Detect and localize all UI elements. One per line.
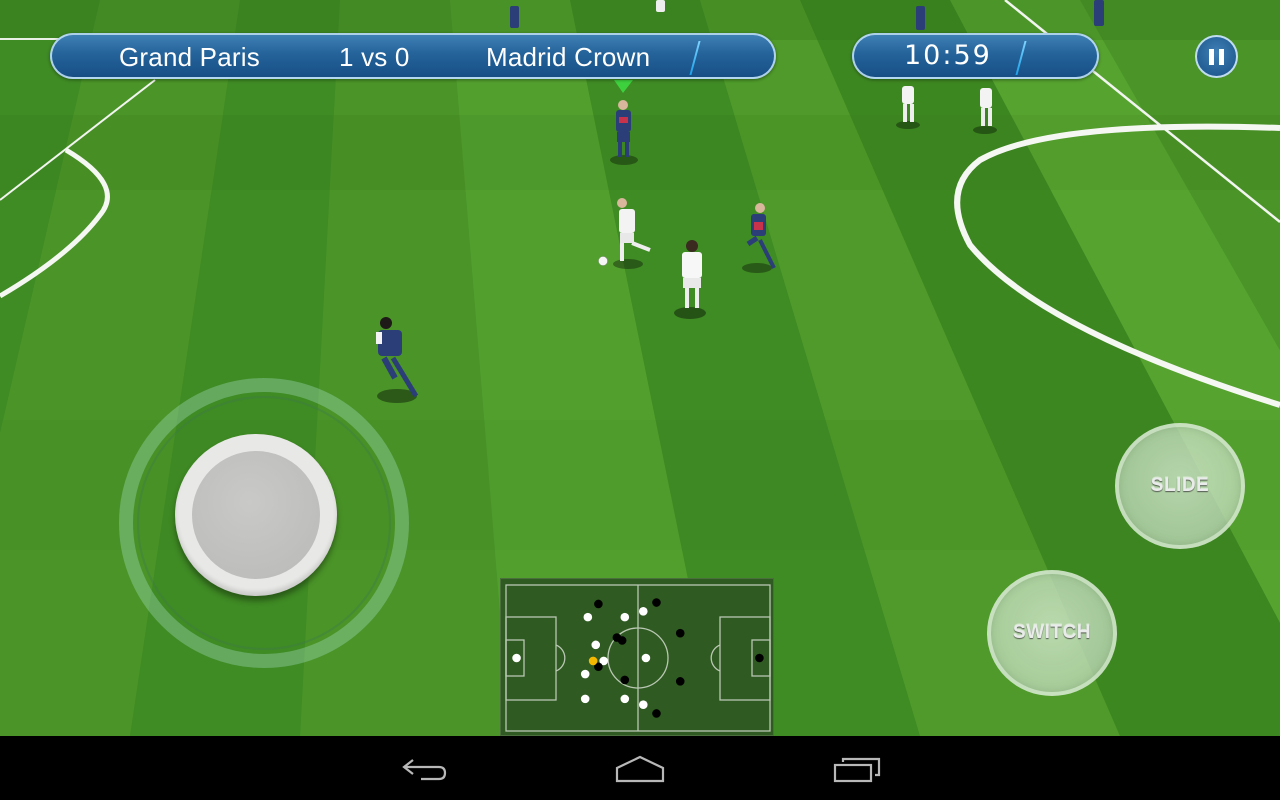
recents-icon	[833, 757, 881, 783]
home-button[interactable]	[610, 748, 670, 788]
minimap-home-player-dot	[580, 669, 590, 679]
minimap-away-player-dot	[755, 653, 764, 663]
player	[916, 6, 925, 30]
minimap-drawing	[505, 584, 771, 732]
pause-button[interactable]	[1195, 35, 1238, 78]
minimap-right-arc	[710, 644, 721, 672]
minimap-home-player-dot	[591, 640, 601, 650]
ball	[598, 256, 608, 266]
minimap-away-player-dot	[617, 636, 627, 645]
minimap-away-player-dot	[675, 628, 685, 638]
player	[510, 6, 519, 28]
android-nav-bar	[0, 736, 1280, 800]
minimap-home-player-dot	[620, 612, 630, 622]
minimap-home-player-dot	[580, 694, 590, 704]
minimap-home-player-dot	[638, 700, 648, 710]
decorative-slash	[1015, 41, 1027, 75]
match-timer: 10:59	[852, 33, 1099, 79]
decorative-slash	[689, 41, 701, 75]
slide-button[interactable]: SLIDE	[1115, 423, 1245, 549]
minimap-away-player-dot	[620, 675, 630, 685]
minimap-away-player-dot	[652, 598, 661, 607]
back-button[interactable]	[393, 748, 453, 788]
minimap-home-player-dot	[638, 606, 648, 616]
minimap-home-player-dot	[512, 653, 521, 663]
scoreboard: Grand Paris 1 vs 0 Madrid Crown	[50, 33, 776, 79]
recents-button[interactable]	[827, 748, 887, 788]
minimap-left-arc	[555, 644, 566, 672]
home-team-name: Grand Paris	[119, 42, 260, 72]
pitch-stripe	[0, 0, 100, 433]
minimap-controlled-player-dot	[588, 656, 598, 666]
minimap-home-player-dot	[583, 612, 593, 622]
minimap	[500, 578, 774, 736]
player	[1094, 0, 1104, 26]
switch-label: SWITCH	[1013, 622, 1091, 643]
home-icon	[615, 755, 665, 783]
back-icon	[402, 759, 447, 781]
joystick-knob[interactable]	[175, 434, 337, 596]
player	[656, 0, 665, 12]
score: 1 vs 0	[339, 42, 410, 72]
minimap-home-player-dot	[620, 694, 630, 704]
minimap-away-player-dot	[652, 709, 661, 718]
switch-button[interactable]: SWITCH	[987, 570, 1117, 696]
minimap-away-player-dot	[594, 599, 603, 609]
pitch-band	[0, 115, 1280, 190]
player	[376, 317, 419, 403]
away-team-name: Madrid Crown	[486, 42, 651, 72]
slide-label: SLIDE	[1150, 475, 1210, 496]
match-clock: 10:59	[904, 40, 992, 71]
minimap-away-player-dot	[675, 677, 685, 686]
minimap-home-player-dot	[641, 653, 651, 663]
